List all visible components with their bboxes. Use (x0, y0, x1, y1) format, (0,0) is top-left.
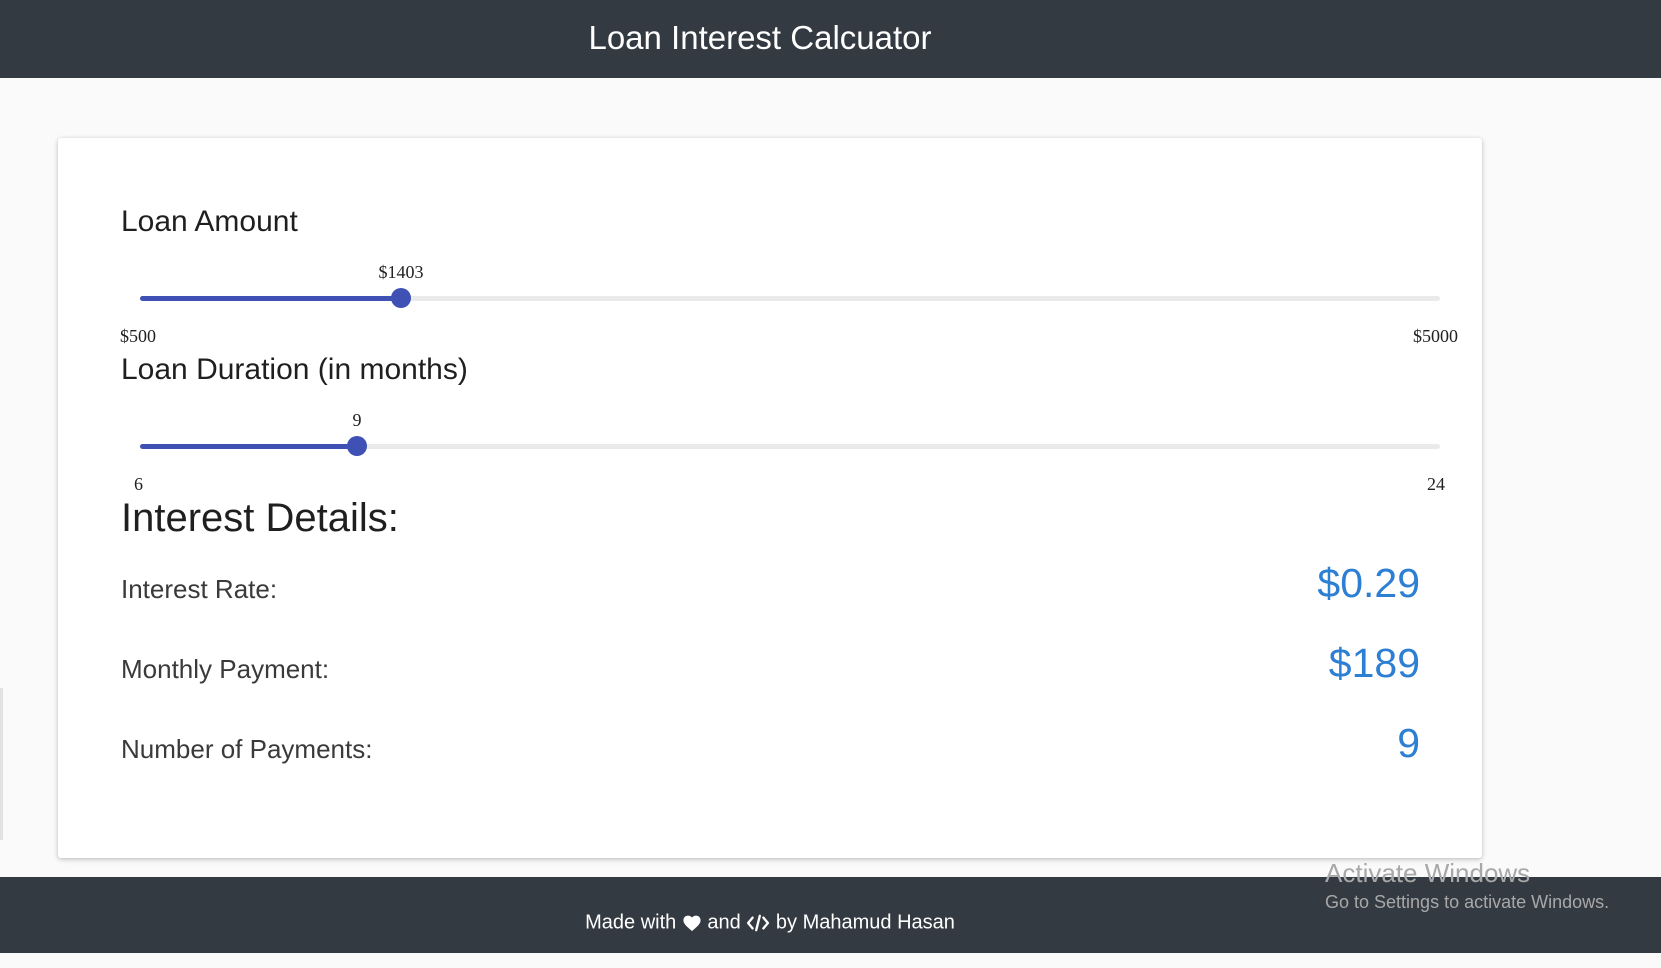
loan-amount-value-label: $1403 (378, 262, 424, 282)
left-edge-panel (0, 688, 3, 840)
monthly-payment-label: Monthly Payment: (121, 654, 330, 684)
monthly-payment-value: $189 (1328, 640, 1420, 686)
loan-duration-slider-track (140, 444, 357, 449)
loan-amount-slider[interactable]: $1403 (140, 262, 1440, 318)
loan-amount-slider-thumb[interactable] (391, 288, 411, 308)
loan-duration-label: Loan Duration (in months) (121, 353, 468, 386)
calculator-card: Loan Amount $1403 $500 $5000 Loan Durati… (58, 138, 1482, 858)
watermark-subtitle: Go to Settings to activate Windows. (1325, 892, 1610, 912)
loan-duration-min-label: 6 (134, 474, 143, 494)
loan-amount-max-label: $5000 (1413, 326, 1458, 346)
windows-activation-watermark: Activate Windows Go to Settings to activ… (1325, 858, 1609, 916)
loan-amount-slider-track (140, 296, 401, 301)
page-title: Loan Interest Calcuator (588, 19, 932, 56)
interest-rate-value: $0.29 (1317, 560, 1420, 606)
loan-duration-max-label: 24 (1427, 474, 1445, 494)
heart-icon (683, 915, 701, 931)
interest-details-heading: Interest Details: (121, 496, 399, 540)
footer-credit: Made with and by Mahamud Hasan (0, 877, 1540, 968)
loan-duration-slider[interactable]: 9 (140, 410, 1440, 466)
loan-duration-value-label: 9 (352, 410, 362, 430)
num-payments-label: Number of Payments: (121, 734, 373, 764)
code-icon (747, 914, 770, 932)
loan-amount-label: Loan Amount (121, 205, 298, 238)
app-header: Loan Interest Calcuator (0, 0, 1661, 78)
footer-author: by Mahamud Hasan (775, 911, 955, 934)
interest-rate-label: Interest Rate: (121, 574, 278, 604)
num-payments-value: 9 (1397, 720, 1420, 766)
watermark-title: Activate Windows (1325, 858, 1531, 888)
footer-and: and (707, 911, 741, 934)
loan-amount-min-label: $500 (120, 326, 156, 346)
loan-duration-slider-thumb[interactable] (347, 436, 367, 456)
footer-made-with: Made with (585, 911, 677, 934)
